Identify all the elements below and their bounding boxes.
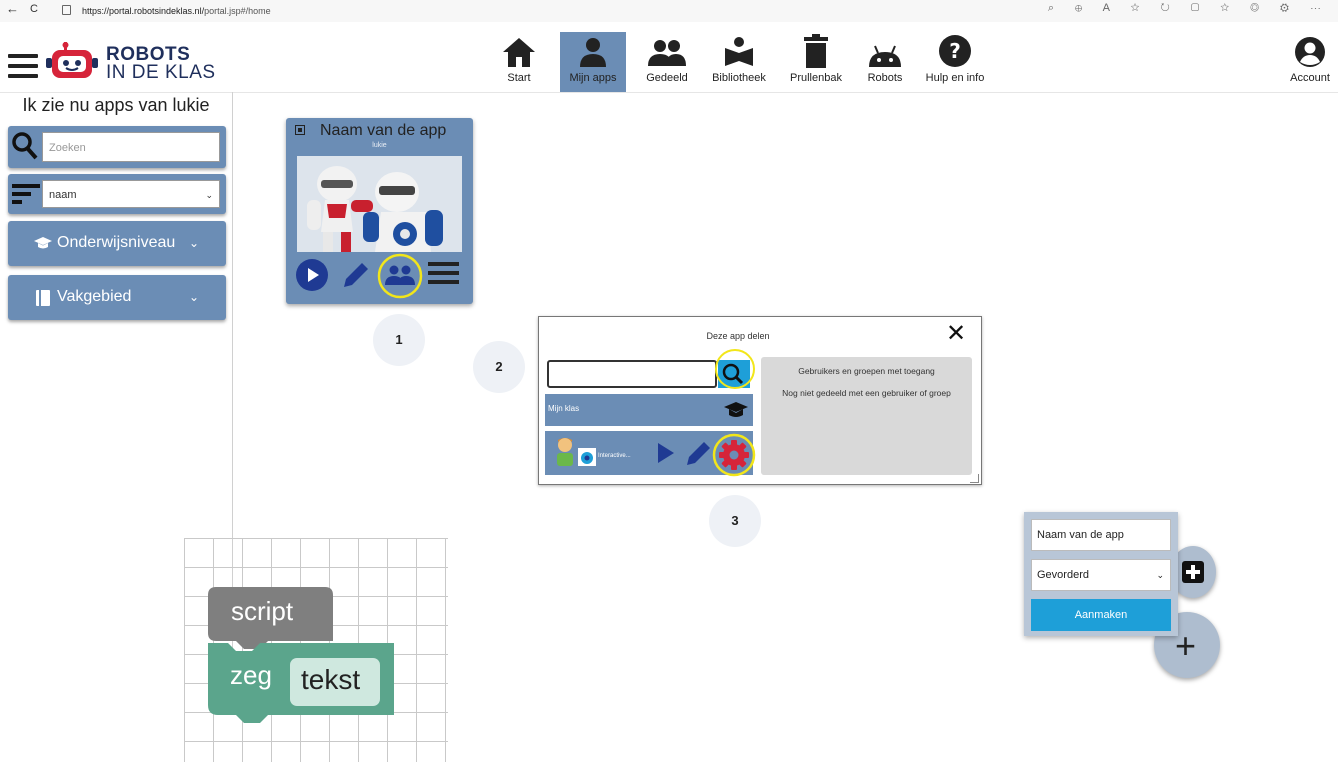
plus-icon: +: [1175, 625, 1197, 666]
sort-icon: [12, 182, 40, 206]
nav-account-label: Account: [1290, 72, 1330, 84]
trash-icon: [804, 34, 828, 68]
access-panel-text: Nog niet gedeeld met een gebruiker of gr…: [782, 388, 951, 398]
level-value: Gevorderd: [1037, 569, 1089, 581]
avatar: [554, 436, 576, 466]
step-3-badge: 3: [709, 495, 761, 547]
sort-select[interactable]: naam ⌄: [42, 180, 220, 208]
nav-start[interactable]: Start: [498, 32, 540, 92]
app-image: [297, 156, 462, 252]
share-dialog-title: Deze app delen: [706, 331, 770, 341]
chevron-down-icon: ⌄: [1156, 570, 1164, 580]
access-panel-title: Gebruikers en groepen met toegang: [798, 366, 935, 376]
nav-prullenbak-label: Prullenbak: [790, 72, 842, 84]
group-icon: [648, 40, 686, 66]
logo-text: ROBOTS IN DE KLAS: [106, 45, 216, 83]
graduation-cap-icon: [34, 236, 52, 250]
nav-mijn-apps-label: Mijn apps: [569, 72, 617, 84]
sidebar-title: Ik zie nu apps van lukie: [22, 95, 210, 115]
user-label: Interactive...: [598, 453, 631, 459]
browser-reload-button[interactable]: C: [30, 3, 38, 15]
robot-logo-icon: [46, 42, 102, 80]
nav-robots-label: Robots: [867, 72, 903, 84]
nav-robots[interactable]: Robots: [864, 32, 906, 92]
access-panel: Gebruikers en groepen met toegang Nog ni…: [761, 357, 972, 475]
nav-start-label: Start: [507, 72, 531, 84]
text-input-value: tekst: [301, 664, 361, 695]
close-icon[interactable]: ✕: [946, 319, 966, 348]
highlight-ring: [715, 349, 755, 389]
nav-hulp-label: Hulp en info: [925, 72, 985, 84]
share-icon[interactable]: [377, 253, 423, 299]
play-icon[interactable]: [657, 441, 675, 465]
edit-icon[interactable]: [684, 438, 714, 468]
group-label: Mijn klas: [548, 404, 580, 413]
browser-extension-icons[interactable]: ⌕ ⊕ A ☆ ↻ ▢ ☆ ◎ ⚙ ⋯: [1048, 2, 1330, 15]
logo-line-2: IN DE KLAS: [106, 62, 216, 83]
chevron-down-icon: ⌄: [189, 290, 200, 304]
robot-eye-icon: [578, 448, 596, 466]
app-card-title: Naam van de app: [320, 122, 447, 139]
person-icon: [580, 38, 606, 67]
app-name-field[interactable]: Naam van de app: [1031, 519, 1171, 551]
level-select[interactable]: Gevorderd ⌄: [1031, 559, 1171, 591]
share-search-input[interactable]: [547, 360, 717, 388]
address-bar[interactable]: https://portal.robotsindeklas.nl/portal.…: [82, 3, 1042, 19]
svg-text:?: ?: [949, 39, 961, 63]
account-icon: [1295, 37, 1325, 67]
search-input[interactable]: Zoeken: [42, 132, 220, 162]
nav-gedeeld-label: Gedeeld: [646, 72, 688, 84]
book-icon: [36, 290, 50, 306]
nav-account[interactable]: Account: [1284, 32, 1336, 92]
chevron-down-icon: ⌄: [205, 190, 213, 200]
nav-bibliotheek-label: Bibliotheek: [712, 72, 766, 84]
url-path: portal.jsp#/home: [204, 6, 271, 16]
settings-gear-icon[interactable]: [712, 433, 756, 477]
url-host: https://portal.robotsindeklas.nl/: [82, 6, 205, 16]
edit-icon[interactable]: [340, 259, 372, 291]
step-2-badge: 2: [473, 341, 525, 393]
nav-prullenbak[interactable]: Prullenbak: [784, 32, 848, 92]
lock-icon: [62, 5, 71, 15]
say-block-label: zeg: [230, 660, 272, 690]
library-icon: [725, 37, 753, 66]
nav-mijn-apps[interactable]: Mijn apps: [560, 32, 626, 92]
resize-handle[interactable]: [970, 474, 979, 483]
script-block-label: script: [231, 596, 294, 626]
robot-icon: [869, 45, 901, 67]
sort-value: naam: [49, 189, 77, 201]
app-card-owner: lukie: [372, 142, 387, 149]
filter-vakgebied-label: Vakgebied: [57, 288, 132, 305]
nav-hulp-en-info[interactable]: ? Hulp en info: [924, 32, 986, 92]
search-icon: [12, 132, 38, 160]
create-button[interactable]: Aanmaken: [1031, 599, 1171, 631]
nav-bibliotheek[interactable]: Bibliotheek: [708, 32, 770, 92]
help-icon: ?: [939, 35, 971, 67]
menu-icon[interactable]: [428, 262, 459, 284]
nav-gedeeld[interactable]: Gedeeld: [642, 32, 692, 92]
expand-icon[interactable]: [295, 125, 305, 135]
play-icon[interactable]: [295, 258, 329, 292]
browser-back-button[interactable]: ←: [6, 1, 19, 16]
home-icon: [503, 38, 535, 67]
menu-icon[interactable]: [8, 54, 38, 84]
add-box-icon: [1182, 561, 1204, 583]
graduation-cap-icon: [724, 401, 748, 419]
chevron-down-icon: ⌄: [189, 236, 200, 250]
step-1-badge: 1: [373, 314, 425, 366]
filter-onderwijsniveau-label: Onderwijsniveau: [57, 234, 176, 251]
